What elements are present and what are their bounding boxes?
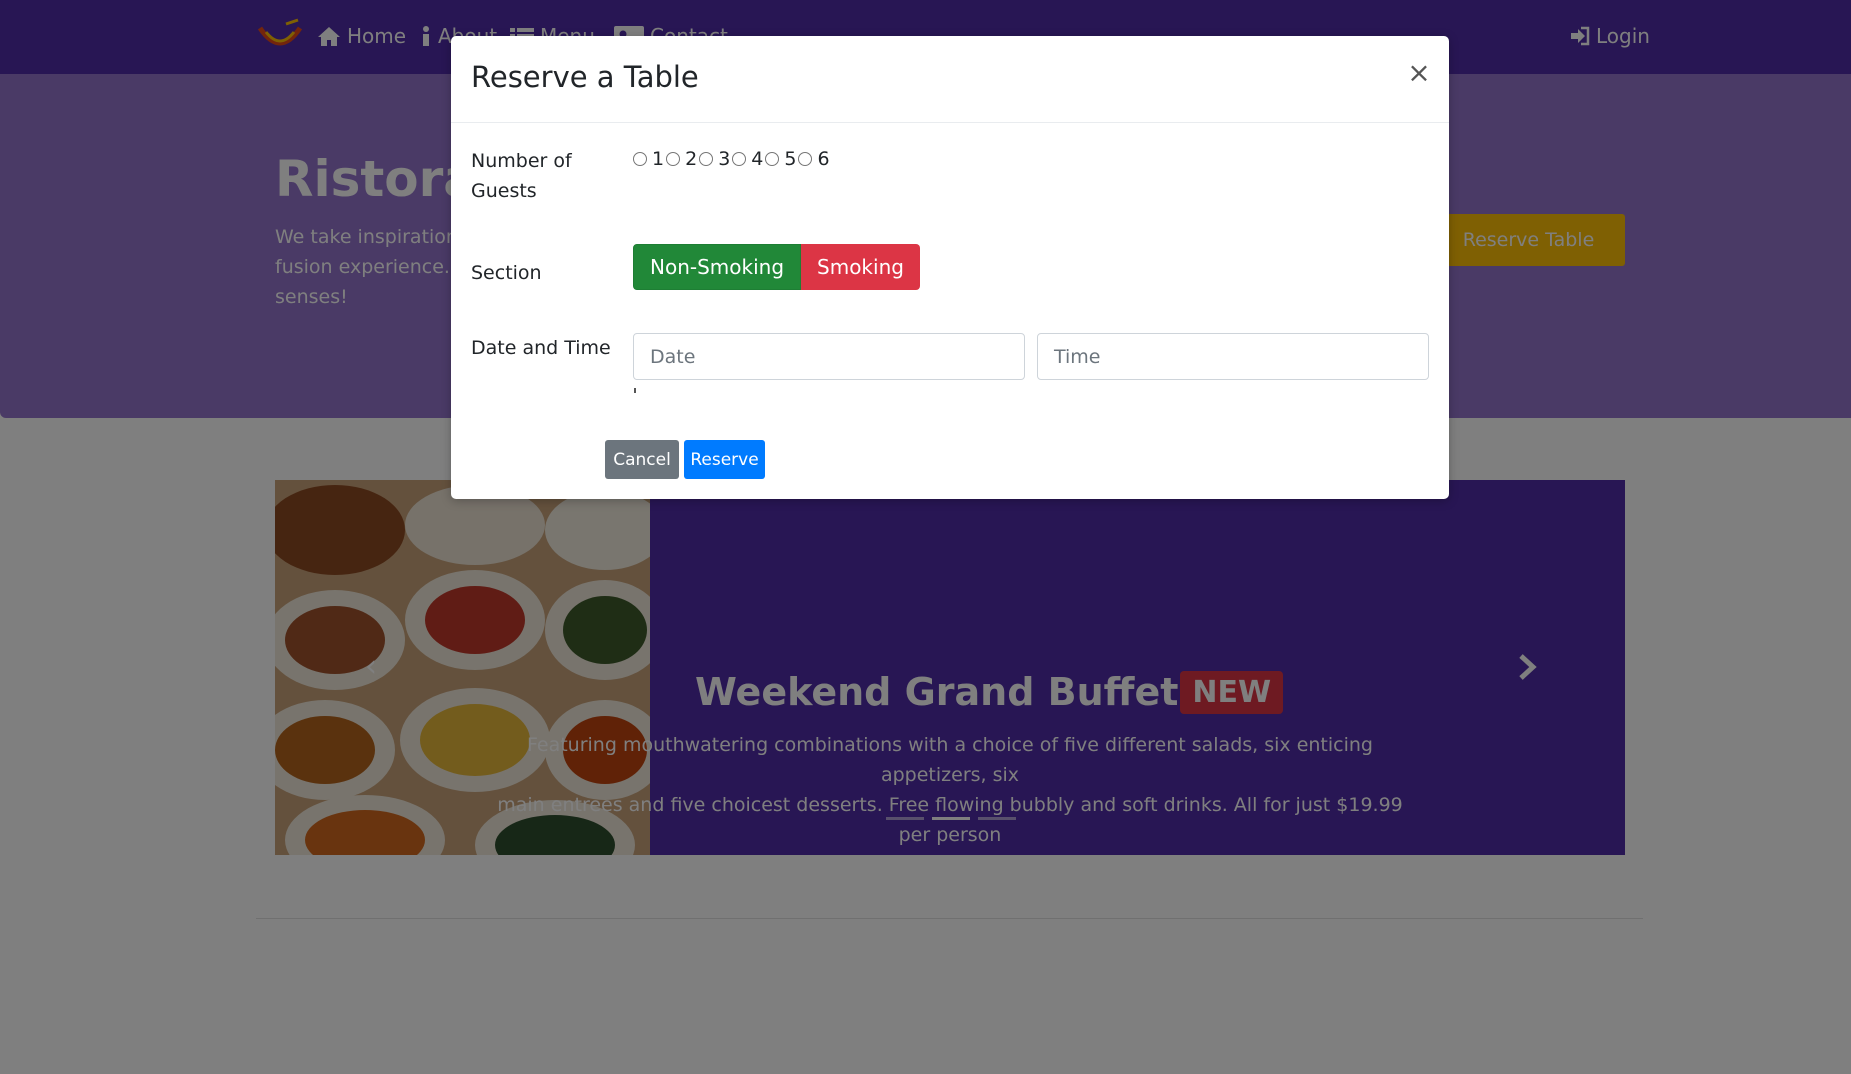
guest-radio-2[interactable] bbox=[666, 152, 681, 166]
modal-header: Reserve a Table × bbox=[451, 36, 1449, 123]
guest-radio-5[interactable] bbox=[765, 152, 780, 166]
smoking-button[interactable]: Smoking bbox=[801, 244, 920, 290]
guest-radio-3[interactable] bbox=[699, 152, 714, 166]
guest-option-2-label: 2 bbox=[685, 148, 698, 170]
reserve-button[interactable]: Reserve bbox=[684, 440, 765, 479]
guest-option-4-label: 4 bbox=[751, 148, 764, 170]
guests-label-line-2: Guests bbox=[471, 180, 537, 202]
guest-option-6[interactable]: 6 bbox=[798, 148, 830, 170]
date-input[interactable]: Date bbox=[633, 333, 1025, 380]
guests-label-line-1: Number of bbox=[471, 150, 572, 172]
guests-radio-group: 1 2 3 4 5 6 bbox=[633, 148, 832, 170]
non-smoking-button[interactable]: Non-Smoking bbox=[633, 244, 802, 290]
modal-title: Reserve a Table bbox=[471, 60, 699, 94]
guest-option-1-label: 1 bbox=[652, 148, 665, 170]
guest-option-1[interactable]: 1 bbox=[633, 148, 664, 170]
guest-radio-1[interactable] bbox=[633, 152, 647, 166]
guest-option-4[interactable]: 4 bbox=[732, 148, 763, 170]
guest-radio-6[interactable] bbox=[798, 152, 813, 166]
guest-option-5-label: 5 bbox=[784, 148, 797, 170]
guests-label: Number of Guests bbox=[471, 146, 572, 206]
cancel-button[interactable]: Cancel bbox=[605, 440, 679, 479]
guest-option-2[interactable]: 2 bbox=[666, 148, 697, 170]
guest-option-6-label: 6 bbox=[817, 148, 830, 170]
time-input[interactable]: Time bbox=[1037, 333, 1429, 380]
reserve-table-modal: Reserve a Table × Number of Guests 1 2 3… bbox=[451, 36, 1449, 499]
section-toggle-group: Non-Smoking Smoking bbox=[633, 244, 920, 290]
guest-option-3[interactable]: 3 bbox=[699, 148, 730, 170]
guest-option-3-label: 3 bbox=[718, 148, 731, 170]
guest-radio-4[interactable] bbox=[732, 152, 747, 166]
text-cursor-mark bbox=[634, 388, 636, 393]
section-label: Section bbox=[471, 262, 542, 284]
datetime-label: Date and Time bbox=[471, 337, 611, 359]
guest-option-5[interactable]: 5 bbox=[765, 148, 796, 170]
close-icon[interactable]: × bbox=[1405, 56, 1433, 90]
